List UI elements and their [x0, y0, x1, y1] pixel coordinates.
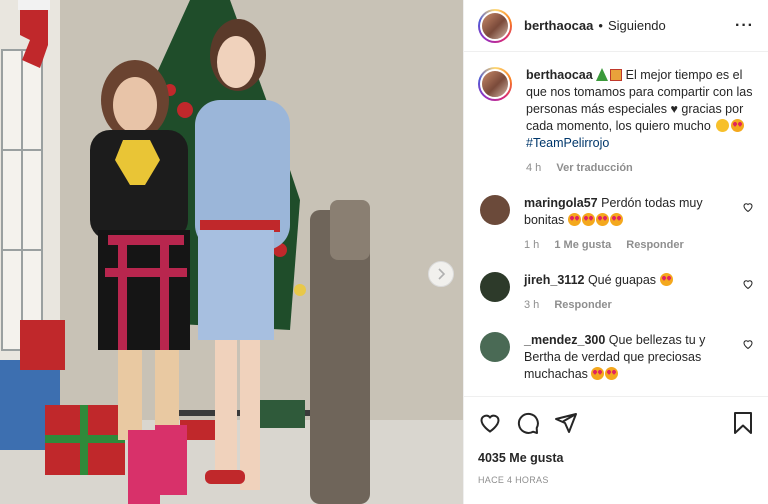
caption-time: 4 h — [526, 162, 542, 174]
commenter-avatar[interactable] — [480, 332, 510, 362]
comment-likes[interactable]: 1 Me gusta — [554, 239, 611, 251]
heart-icon[interactable] — [742, 278, 754, 290]
caption-hashtag[interactable]: #TeamPelirrojo — [526, 135, 754, 152]
heart-icon — [480, 414, 500, 433]
comment-item: _mendez_300 Que bellezas tu y Bertha de … — [478, 332, 754, 383]
heart-eyes-emoji-icon — [659, 273, 673, 286]
post-photo[interactable] — [0, 0, 463, 504]
comment-username[interactable]: jireh_3112 — [524, 273, 584, 287]
comment-username[interactable]: maringola57 — [524, 196, 598, 210]
author-avatar[interactable] — [478, 8, 512, 43]
caption-username[interactable]: berthaocaa — [526, 68, 593, 82]
like-button[interactable] — [478, 411, 502, 435]
likes-count[interactable]: 4035 Me gusta — [478, 451, 754, 465]
christmas-tree-emoji-icon — [596, 68, 609, 81]
heart-eyes-emoji-icon — [731, 119, 745, 132]
heart-eyes-emoji-icon — [567, 213, 581, 226]
next-photo-button[interactable] — [428, 261, 454, 287]
comment-item: maringola57 Perdón todas muy bonitas 1 h… — [478, 195, 754, 254]
comment-text: Qué guapas — [587, 273, 657, 287]
caption-avatar[interactable] — [478, 67, 512, 101]
chevron-right-icon — [438, 268, 446, 280]
heart-eyes-emoji-icon — [605, 367, 619, 380]
commenter-avatar[interactable] — [480, 272, 510, 302]
posted-time[interactable]: HACE 4 HORAS — [478, 475, 754, 485]
comment-username[interactable]: _mendez_300 — [524, 333, 605, 347]
post-header: berthaocaa • Siguiendo ··· — [464, 0, 768, 52]
share-button[interactable] — [554, 411, 578, 435]
heart-eyes-emoji-icon — [595, 213, 609, 226]
heart-eyes-emoji-icon — [609, 213, 623, 226]
gift-emoji-icon — [610, 69, 623, 81]
commenter-avatar[interactable] — [480, 195, 510, 225]
more-options-icon[interactable]: ··· — [735, 17, 754, 35]
heart-eyes-emoji-icon — [591, 367, 605, 380]
bookmark-icon — [734, 412, 752, 434]
save-button[interactable] — [732, 411, 754, 435]
comment-icon — [517, 412, 539, 434]
comment-time: 1 h — [524, 239, 540, 251]
author-username[interactable]: berthaocaa — [524, 18, 593, 33]
heart-icon[interactable] — [742, 201, 754, 213]
photo-illustration — [0, 0, 463, 504]
heart-icon[interactable] — [742, 338, 754, 350]
caption: berthaocaa El mejor tiempo es el que nos… — [478, 67, 754, 177]
reply-button[interactable]: Responder — [554, 299, 611, 311]
share-icon — [555, 413, 577, 433]
header-separator: • — [598, 18, 603, 33]
follow-status-button[interactable]: Siguiendo — [608, 18, 666, 33]
translate-link[interactable]: Ver traducción — [556, 162, 632, 174]
comment-button[interactable] — [516, 411, 540, 435]
wink-emoji-icon — [716, 119, 730, 132]
reply-button[interactable]: Responder — [626, 239, 683, 251]
post-sidebar: berthaocaa • Siguiendo ··· berthaocaa El… — [463, 0, 768, 504]
comment-item: jireh_3112 Qué guapas 3 h Responder — [478, 272, 754, 314]
comment-time: 3 h — [524, 299, 540, 311]
comments-list[interactable]: berthaocaa El mejor tiempo es el que nos… — [464, 53, 768, 395]
post-actions: 4035 Me gusta HACE 4 HORAS — [464, 396, 768, 504]
heart-eyes-emoji-icon — [581, 213, 595, 226]
